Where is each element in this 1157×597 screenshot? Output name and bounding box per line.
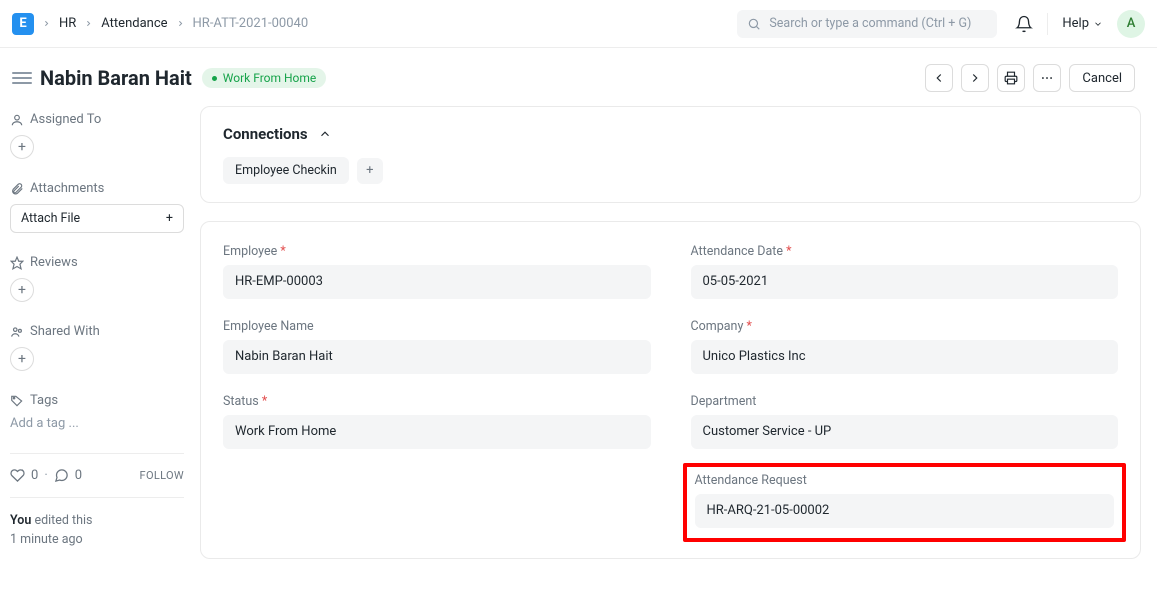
- cancel-button[interactable]: Cancel: [1069, 64, 1135, 92]
- attach-file-button[interactable]: Attach File +: [10, 204, 184, 233]
- field-value[interactable]: Unico Plastics Inc: [691, 340, 1119, 374]
- help-menu[interactable]: Help: [1062, 16, 1103, 31]
- user-icon: [10, 113, 24, 127]
- app-logo[interactable]: E: [12, 13, 34, 35]
- avatar[interactable]: A: [1117, 10, 1145, 38]
- breadcrumb-current: HR-ATT-2021-00040: [189, 16, 313, 31]
- connection-chip[interactable]: Employee Checkin: [223, 157, 349, 184]
- required-indicator: *: [280, 244, 285, 259]
- field-label: Employee Name: [223, 319, 651, 334]
- add-connection-button[interactable]: +: [357, 158, 383, 184]
- form-sidebar: Assigned To + Attachments Attach File + …: [0, 102, 200, 597]
- connections-card: Connections Employee Checkin +: [200, 106, 1141, 203]
- breadcrumb: HR Attendance HR-ATT-2021-00040: [42, 16, 312, 31]
- topbar: E HR Attendance HR-ATT-2021-00040 Search…: [0, 0, 1157, 48]
- menu-icon[interactable]: [12, 69, 32, 87]
- add-share-button[interactable]: +: [10, 347, 34, 371]
- add-review-button[interactable]: +: [10, 278, 34, 302]
- tag-icon: [10, 394, 24, 408]
- field-value[interactable]: Work From Home: [223, 415, 651, 449]
- connections-title: Connections: [223, 125, 308, 143]
- edit-time: 1 minute ago: [10, 532, 83, 547]
- page-header: Nabin Baran Hait Work From Home Cancel: [0, 48, 1157, 102]
- chevron-right-icon: [42, 19, 51, 28]
- chevron-right-icon: [176, 19, 185, 28]
- field-right-3: Attendance Request HR-ARQ-21-05-00002: [691, 469, 1119, 532]
- chevron-down-icon: [1093, 19, 1103, 29]
- field-label: Employee *: [223, 244, 651, 259]
- field-label: Company *: [691, 319, 1119, 334]
- users-icon: [10, 325, 24, 339]
- field-value[interactable]: Nabin Baran Hait: [223, 340, 651, 374]
- plus-icon: +: [166, 211, 173, 226]
- assigned-to-label: Assigned To: [10, 112, 184, 127]
- page-title: Nabin Baran Hait: [40, 66, 192, 90]
- more-button[interactable]: [1033, 64, 1061, 92]
- follow-button[interactable]: FOLLOW: [140, 469, 184, 482]
- next-button[interactable]: [961, 64, 989, 92]
- breadcrumb-hr[interactable]: HR: [55, 16, 80, 31]
- field-value[interactable]: 05-05-2021: [691, 265, 1119, 299]
- status-badge: Work From Home: [202, 68, 327, 88]
- chevron-up-icon: [318, 127, 332, 141]
- bell-icon[interactable]: [1015, 15, 1033, 33]
- highlight-box: Attendance Request HR-ARQ-21-05-00002: [683, 463, 1127, 542]
- field-right-1: Company * Unico Plastics Inc: [691, 319, 1119, 374]
- divider: [1047, 13, 1048, 35]
- connections-header[interactable]: Connections: [223, 125, 1118, 143]
- edit-note: You edited this 1 minute ago: [10, 512, 184, 550]
- print-button[interactable]: [997, 64, 1025, 92]
- tags-label: Tags: [10, 393, 184, 408]
- required-indicator: *: [746, 319, 751, 334]
- attach-file-label: Attach File: [21, 211, 80, 226]
- field-label: Status *: [223, 394, 651, 409]
- field-value[interactable]: Customer Service - UP: [691, 415, 1119, 449]
- heart-icon[interactable]: [10, 468, 25, 483]
- form-card: Employee * HR-EMP-00003 Employee Name Nabi…: [200, 221, 1141, 559]
- star-icon: [10, 256, 24, 270]
- search-icon: [747, 17, 761, 31]
- required-indicator: *: [262, 394, 267, 409]
- search-input[interactable]: Search or type a command (Ctrl + G): [737, 10, 997, 38]
- printer-icon: [1004, 71, 1018, 85]
- reviews-label: Reviews: [10, 255, 184, 270]
- main-content: Connections Employee Checkin + Employee …: [200, 102, 1157, 597]
- divider: [10, 453, 184, 454]
- likes-count: 0: [31, 468, 38, 483]
- field-left-0: Employee * HR-EMP-00003: [223, 244, 651, 299]
- field-right-0: Attendance Date * 05-05-2021: [691, 244, 1119, 299]
- breadcrumb-attendance[interactable]: Attendance: [97, 16, 171, 31]
- form-right-column: Attendance Date * 05-05-2021 Company * Unic…: [691, 244, 1119, 532]
- status-dot-icon: [212, 76, 217, 81]
- field-left-2: Status * Work From Home: [223, 394, 651, 449]
- required-indicator: *: [786, 244, 791, 259]
- chevron-left-icon: [932, 71, 946, 85]
- chevron-right-icon: [968, 71, 982, 85]
- status-label: Work From Home: [223, 71, 317, 85]
- prev-button[interactable]: [925, 64, 953, 92]
- search-placeholder: Search or type a command (Ctrl + G): [769, 16, 971, 31]
- chevron-right-icon: [84, 19, 93, 28]
- field-label: Department: [691, 394, 1119, 409]
- field-value[interactable]: HR-EMP-00003: [223, 265, 651, 299]
- field-right-2: Department Customer Service - UP: [691, 394, 1119, 449]
- comment-icon[interactable]: [54, 468, 69, 483]
- attachments-label: Attachments: [10, 181, 184, 196]
- field-label: Attendance Request: [695, 473, 1115, 488]
- paperclip-icon: [10, 182, 24, 196]
- help-label: Help: [1062, 16, 1089, 31]
- field-value[interactable]: HR-ARQ-21-05-00002: [695, 494, 1115, 528]
- tag-input[interactable]: Add a tag ...: [10, 416, 184, 431]
- divider: [10, 497, 184, 498]
- form-left-column: Employee * HR-EMP-00003 Employee Name Nabi…: [223, 244, 651, 532]
- field-left-1: Employee Name Nabin Baran Hait: [223, 319, 651, 374]
- add-assignee-button[interactable]: +: [10, 135, 34, 159]
- comments-count: 0: [75, 468, 82, 483]
- shared-with-label: Shared With: [10, 324, 184, 339]
- more-horizontal-icon: [1040, 71, 1054, 85]
- field-label: Attendance Date *: [691, 244, 1119, 259]
